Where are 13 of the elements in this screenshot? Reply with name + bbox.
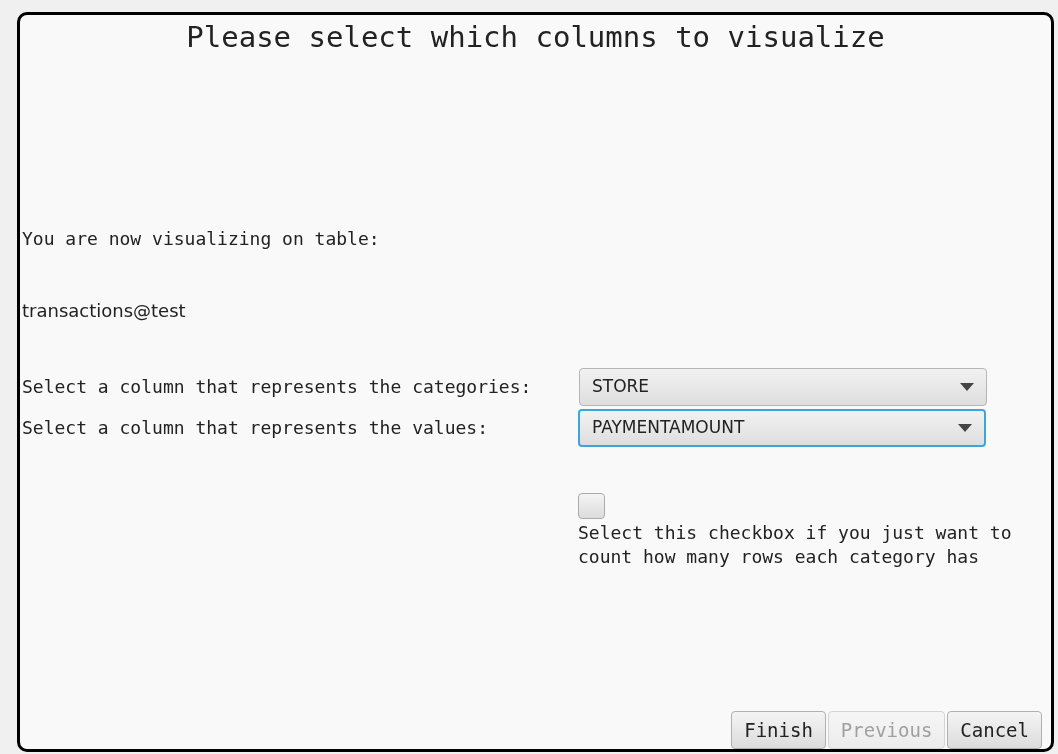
dropdown-caret-icon <box>960 383 974 391</box>
checkbox-label: Select this checkbox if you just want to count how many rows each category has <box>578 521 1013 569</box>
dropdown-caret-icon <box>958 424 972 432</box>
dialog-button[interactable]: Cancel <box>947 711 1042 749</box>
selector-label: Select a column that represents the values: <box>22 417 488 438</box>
column-dropdown[interactable]: STORE <box>579 368 987 406</box>
column-dropdown[interactable]: PAYMENTAMOUNT <box>578 409 986 447</box>
table-name: transactions@test <box>22 300 186 321</box>
dialog-button[interactable]: Finish <box>731 711 826 749</box>
selector-label: Select a column that represents the categories: <box>22 376 532 397</box>
intro-text: You are now visualizing on table: <box>22 228 380 249</box>
dialog-title: Please select which columns to visualize <box>185 19 886 55</box>
count-checkbox[interactable] <box>578 493 605 519</box>
